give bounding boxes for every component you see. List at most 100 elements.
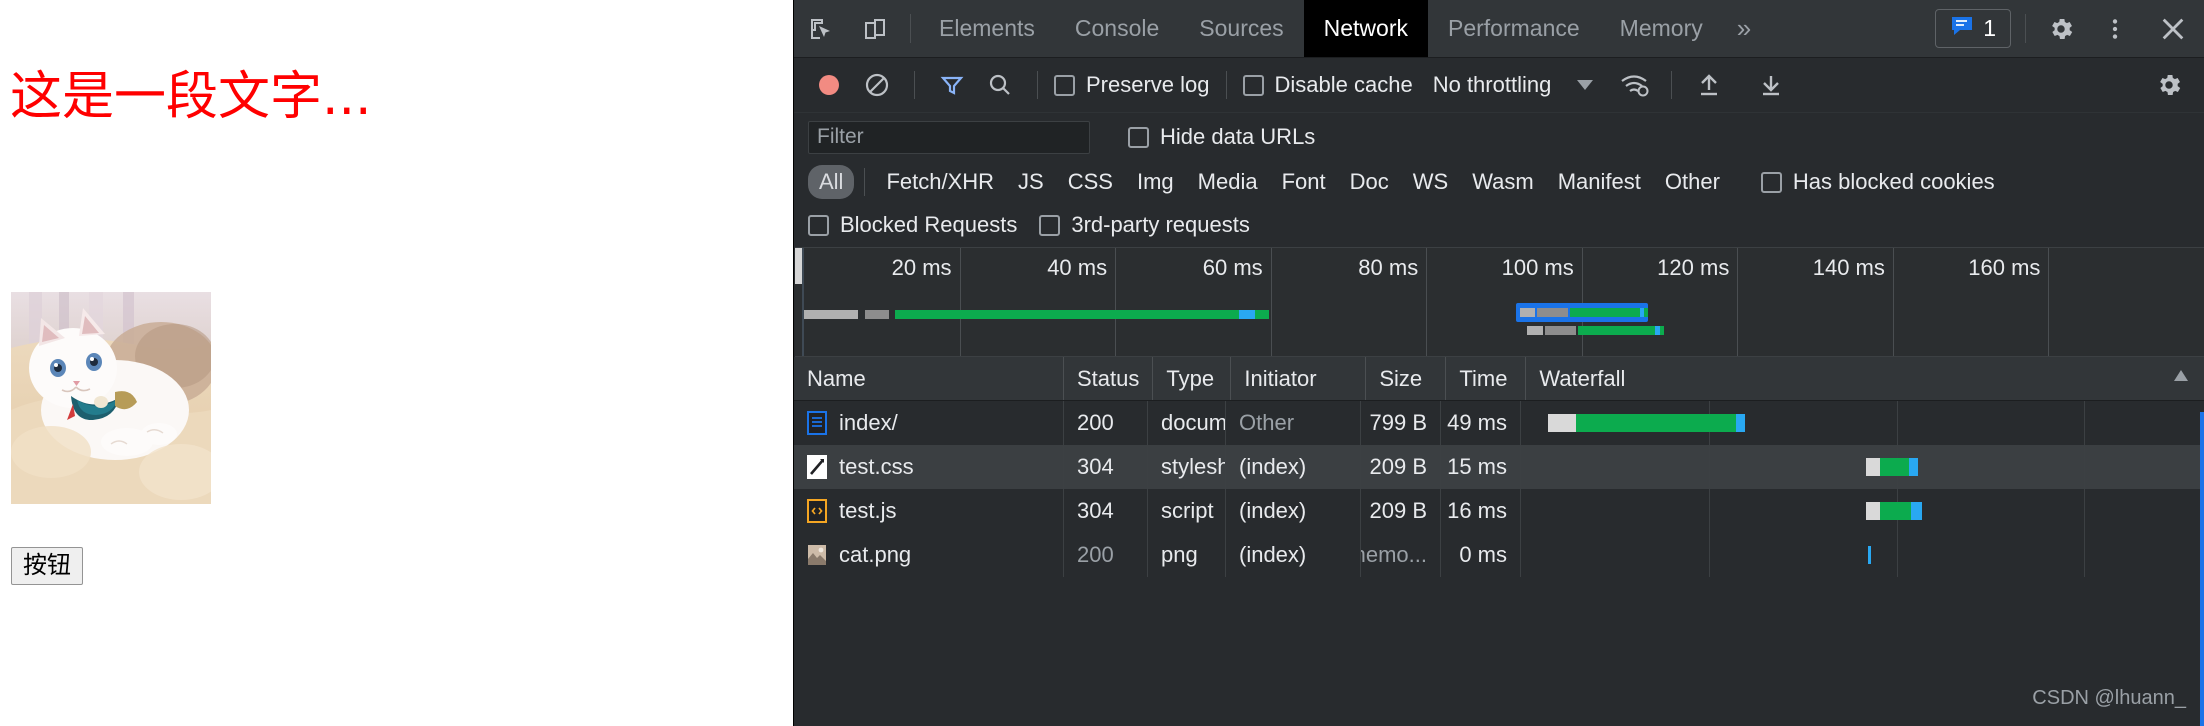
devtools-panel: Elements Console Sources Network Perform… xyxy=(793,0,2204,726)
table-row[interactable]: index/200docum...Other799 B49 ms xyxy=(794,401,2204,445)
cell-waterfall xyxy=(1521,401,2204,445)
type-filter-other[interactable]: Other xyxy=(1654,165,1731,199)
disable-cache-label: Disable cache xyxy=(1274,72,1413,97)
cell-time: 16 ms xyxy=(1441,489,1521,533)
device-toolbar-icon[interactable] xyxy=(848,0,902,57)
table-row[interactable]: cat.png 200png (index) (memo...0 ms xyxy=(794,533,2204,577)
has-blocked-cookies-checkbox[interactable]: Has blocked cookies xyxy=(1760,169,1995,195)
overview-bar-segment xyxy=(1569,308,1648,317)
stylesheet-file-icon xyxy=(807,455,827,479)
column-header-status[interactable]: Status xyxy=(1064,357,1154,400)
checkbox-box xyxy=(808,214,829,236)
filter-input[interactable]: Filter xyxy=(808,120,1090,154)
type-filter-media[interactable]: Media xyxy=(1187,165,1269,199)
devtools-tabstrip-right: 1 xyxy=(1929,0,2204,57)
overview-tick-label: 140 ms xyxy=(1812,255,1885,280)
request-name: index/ xyxy=(839,410,898,435)
cell-initiator[interactable]: (index) xyxy=(1226,533,1361,577)
type-filter-ws[interactable]: WS xyxy=(1402,165,1459,199)
type-filter-wasm[interactable]: Wasm xyxy=(1461,165,1545,199)
overview-request-bar[interactable] xyxy=(1527,326,1664,335)
blocked-requests-checkbox[interactable]: Blocked Requests xyxy=(808,212,1017,238)
request-name: test.js xyxy=(839,498,897,523)
waterfall-end-marker xyxy=(1908,458,1918,476)
overview-bar-segment xyxy=(1527,326,1543,335)
throttling-value: No throttling xyxy=(1432,72,1552,97)
upload-arrow-icon[interactable] xyxy=(1688,64,1730,106)
kebab-menu-icon[interactable] xyxy=(2088,0,2142,57)
overview-tick-label: 20 ms xyxy=(891,255,952,280)
close-icon[interactable] xyxy=(2142,0,2204,57)
overview-bar-segment xyxy=(1639,308,1644,317)
cell-name[interactable]: test.css xyxy=(794,445,1064,489)
download-arrow-icon[interactable] xyxy=(1750,64,1792,106)
tab-console[interactable]: Console xyxy=(1055,0,1179,57)
overview-bar-segment xyxy=(1654,326,1660,335)
vertical-scrollbar[interactable] xyxy=(2200,412,2204,726)
clear-requests-icon[interactable] xyxy=(856,64,898,106)
filter-funnel-icon[interactable] xyxy=(931,64,973,106)
type-filter-manifest[interactable]: Manifest xyxy=(1547,165,1652,199)
initiator-link[interactable]: (index) xyxy=(1239,454,1306,480)
column-header-size[interactable]: Size xyxy=(1366,357,1447,400)
column-header-type[interactable]: Type xyxy=(1153,357,1232,400)
document-file-icon xyxy=(807,411,827,435)
cell-type: script xyxy=(1148,489,1226,533)
overview-request-bar[interactable] xyxy=(1519,308,1648,317)
disable-cache-checkbox[interactable]: Disable cache xyxy=(1242,72,1413,98)
overview-bar-segment xyxy=(1577,326,1664,335)
search-icon[interactable] xyxy=(979,64,1021,106)
preserve-log-checkbox[interactable]: Preserve log xyxy=(1054,72,1210,98)
overview-tick-label: 100 ms xyxy=(1501,255,1574,280)
cell-name[interactable]: test.js xyxy=(794,489,1064,533)
type-filter-doc[interactable]: Doc xyxy=(1339,165,1400,199)
sort-ascending-icon[interactable] xyxy=(2171,366,2191,392)
overview-request-bar[interactable] xyxy=(804,310,1269,319)
tab-memory[interactable]: Memory xyxy=(1600,0,1723,57)
chevron-double-right-icon[interactable]: » xyxy=(1723,0,1765,57)
overview-gridline xyxy=(1426,248,1428,356)
waterfall-gridline xyxy=(2084,533,2086,577)
cell-name[interactable]: cat.png xyxy=(794,533,1064,577)
record-stop-icon[interactable] xyxy=(808,64,850,106)
type-filter-font[interactable]: Font xyxy=(1271,165,1337,199)
tab-performance[interactable]: Performance xyxy=(1428,0,1600,57)
cell-waterfall xyxy=(1521,445,2204,489)
inspect-element-icon[interactable] xyxy=(794,0,848,57)
cell-name[interactable]: index/ xyxy=(794,401,1064,445)
type-filter-all[interactable]: All xyxy=(808,165,855,199)
type-filter-img[interactable]: Img xyxy=(1126,165,1185,199)
initiator-link[interactable]: (index) xyxy=(1239,542,1306,568)
third-party-requests-checkbox[interactable]: 3rd-party requests xyxy=(1039,212,1250,238)
type-filter-fetch-xhr[interactable]: Fetch/XHR xyxy=(875,165,1005,199)
wifi-settings-icon[interactable] xyxy=(1613,64,1655,106)
issues-badge[interactable]: 1 xyxy=(1935,9,2011,48)
table-header-row: Name Status Type Initiator Size Time Wat… xyxy=(794,357,2204,401)
table-row[interactable]: test.css 304stylesh... (index) 209 B15 ms xyxy=(794,445,2204,489)
type-filter-css[interactable]: CSS xyxy=(1057,165,1124,199)
table-row[interactable]: test.js 304 script (index) 209 B 16 ms xyxy=(794,489,2204,533)
column-header-waterfall[interactable]: Waterfall xyxy=(1526,357,2204,400)
column-header-initiator[interactable]: Initiator xyxy=(1231,357,1367,400)
cell-waterfall xyxy=(1521,533,2204,577)
tab-elements[interactable]: Elements xyxy=(919,0,1055,57)
page-button[interactable]: 按钮 xyxy=(11,547,83,585)
overview-tick-label: 80 ms xyxy=(1358,255,1419,280)
network-settings-gear-icon[interactable] xyxy=(2148,64,2190,106)
type-filter-js[interactable]: JS xyxy=(1007,165,1055,199)
gear-icon[interactable] xyxy=(2034,0,2088,57)
tab-sources[interactable]: Sources xyxy=(1179,0,1303,57)
waterfall-gridline xyxy=(2084,445,2086,489)
overview-bar-segment xyxy=(1519,308,1536,317)
waterfall-gridline xyxy=(1896,533,1898,577)
cell-initiator[interactable]: (index) xyxy=(1226,489,1361,533)
tab-network[interactable]: Network xyxy=(1303,0,1428,57)
overview-left-handle[interactable] xyxy=(795,248,802,284)
hide-data-urls-checkbox[interactable]: Hide data URLs xyxy=(1128,124,1315,150)
initiator-link[interactable]: (index) xyxy=(1239,498,1306,524)
column-header-name[interactable]: Name xyxy=(794,357,1064,400)
throttling-dropdown[interactable]: No throttling xyxy=(1433,72,1594,98)
network-overview-timeline[interactable]: 20 ms 40 ms 60 ms 80 ms 100 ms 120 ms 140 ms 16… xyxy=(795,247,2204,357)
column-header-time[interactable]: Time xyxy=(1446,357,1527,400)
cell-initiator[interactable]: (index) xyxy=(1226,445,1361,489)
